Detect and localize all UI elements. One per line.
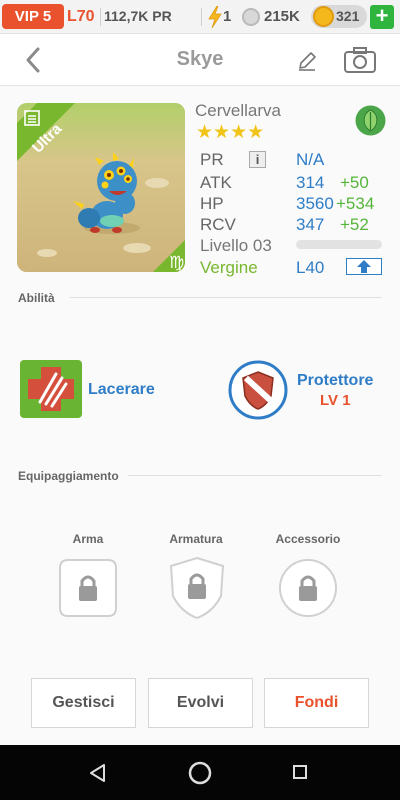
divider [100,8,101,26]
slot-label-accessory: Accessorio [275,532,341,546]
coin-icon [313,6,334,27]
monster-name: Cervellarva [195,101,281,120]
stat-value-rcv: 347 [296,215,325,234]
energy-count: 1 [223,8,232,25]
stat-value-atk: 314 [296,173,325,192]
ability-level: LV 1 [320,392,351,409]
notes-icon[interactable] [23,109,41,127]
page-title: Skye [176,48,224,70]
stat-label-rcv: RCV [200,215,236,234]
player-level: L70 [67,8,95,25]
food-icon [242,8,260,26]
zodiac-label: Vergine [200,258,258,277]
monster-portrait[interactable]: Ultra ♍ [17,103,185,272]
food-count: 215K [264,8,300,25]
abilities-section-title: Abilità [18,291,55,305]
evolve-button[interactable]: Evolvi [148,678,253,728]
info-icon[interactable]: i [249,151,266,168]
weapon-slot-lock-icon[interactable] [58,558,118,618]
svg-text:♍: ♍ [169,253,184,272]
protector-ability-icon[interactable] [228,360,288,420]
stat-bonus-rcv: +52 [340,215,369,234]
merge-button[interactable]: Fondi [264,678,369,728]
ability-name-lacerate[interactable]: Lacerare [88,381,155,399]
manage-button[interactable]: Gestisci [31,678,136,728]
status-bar: VIP 5 L70 112,7K PR 1 215K 321 + [0,0,400,34]
slot-label-weapon: Arma [72,532,104,546]
lacerate-ability-icon[interactable] [20,360,82,418]
divider [201,8,202,26]
stat-bonus-atk: +50 [340,173,369,192]
stat-label-hp: HP [200,194,224,213]
star-rating: ★★★★ [196,122,265,143]
system-back-icon[interactable] [88,763,108,783]
stat-label-atk: ATK [200,173,232,192]
system-navigation-bar [0,745,400,800]
max-level: L40 [296,258,325,277]
stat-bonus-hp: +534 [336,194,375,213]
edit-pencil-icon[interactable] [296,50,318,72]
virgo-icon: ♍ [153,240,185,272]
divider [70,297,382,298]
system-home-icon[interactable] [188,761,212,785]
vip-badge[interactable]: VIP 5 [2,4,64,29]
coin-count: 321 [336,8,360,24]
arrow-up-icon [357,260,371,273]
accessory-slot-lock-icon[interactable] [278,558,338,618]
divider [128,475,382,476]
header-bar: Skye [0,34,400,86]
camera-icon[interactable] [343,46,377,74]
equipment-section-title: Equipaggiamento [18,469,119,483]
power-rating: 112,7K PR [104,8,172,24]
leaf-icon [355,105,386,136]
ability-name-protector[interactable]: Protettore [297,372,373,390]
level-up-button[interactable] [346,258,382,275]
stat-value-hp: 3560 [296,194,334,213]
armor-slot-lock-icon[interactable] [167,556,227,620]
slot-label-armor: Armatura [169,532,223,546]
system-recents-icon[interactable] [292,764,308,780]
xp-bar [296,240,382,249]
energy-bolt-icon [208,6,222,28]
stat-label-pr: PR [200,150,224,169]
level-label: Livello 03 [200,236,272,255]
stat-value-pr: N/A [296,150,325,169]
add-coins-button[interactable]: + [370,5,394,29]
